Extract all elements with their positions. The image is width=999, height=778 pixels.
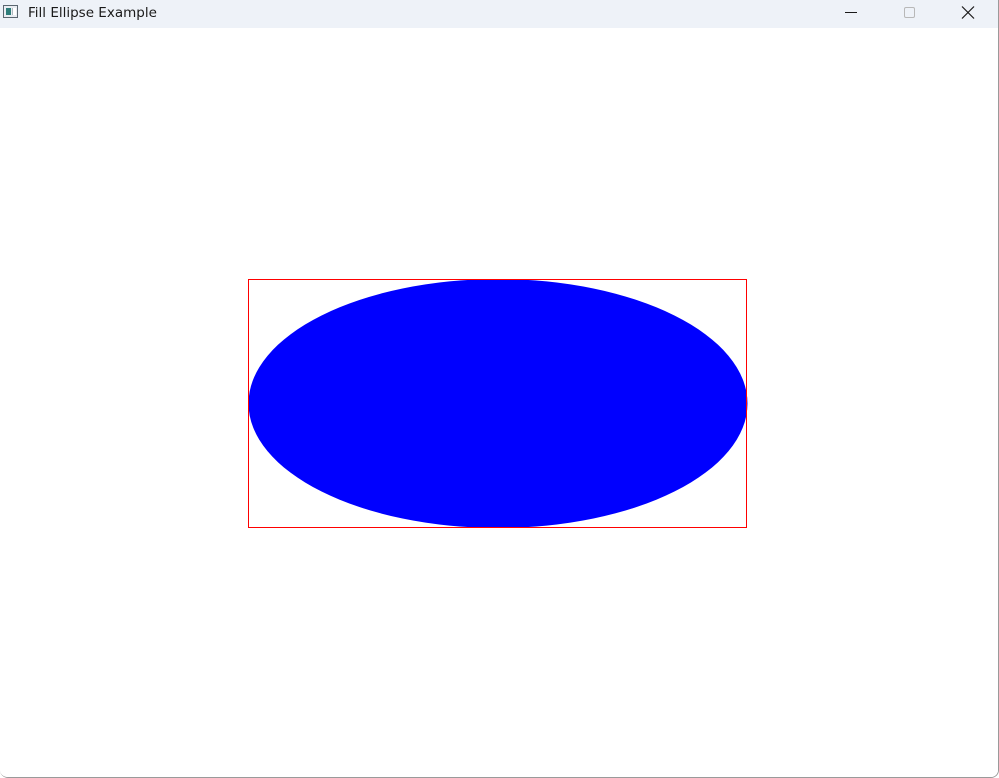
app-icon-pane-light — [12, 8, 16, 15]
filled-ellipse — [248, 279, 748, 528]
window-app-icon[interactable] — [3, 5, 18, 18]
drawing-area — [0, 28, 998, 777]
window-title: Fill Ellipse Example — [28, 5, 157, 21]
minimize-button[interactable] — [822, 0, 880, 28]
drawing-canvas — [248, 279, 748, 528]
app-window: Fill Ellipse Example — [0, 0, 999, 778]
minimize-icon — [845, 12, 857, 13]
close-button[interactable] — [938, 0, 996, 28]
maximize-icon — [904, 7, 915, 18]
app-icon-pane — [6, 8, 11, 15]
title-bar[interactable]: Fill Ellipse Example — [0, 0, 998, 28]
maximize-button[interactable] — [880, 0, 938, 28]
close-icon — [961, 6, 975, 19]
